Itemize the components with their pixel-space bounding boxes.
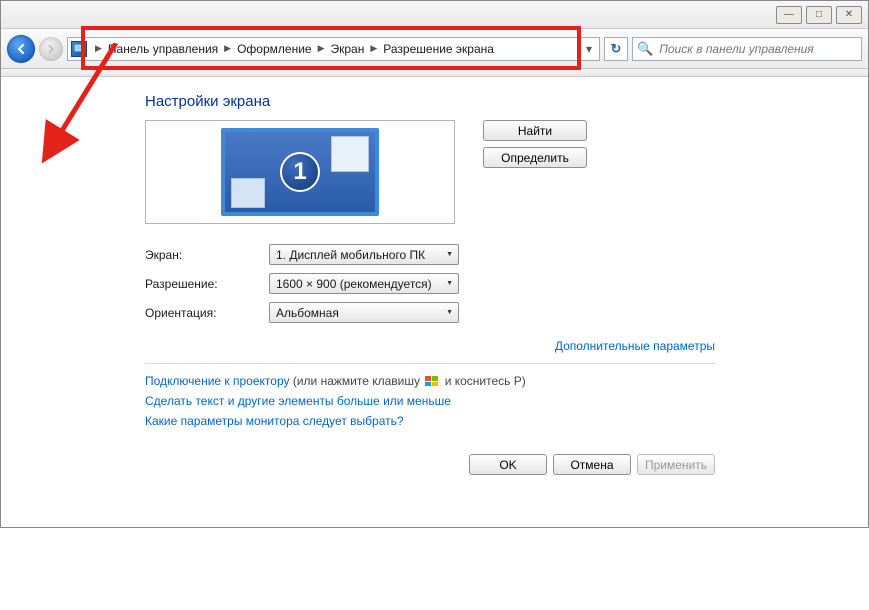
display-select-value: 1. Дисплей мобильного ПК <box>276 248 425 262</box>
find-button[interactable]: Найти <box>483 120 587 141</box>
projector-hint-b: и коснитесь P) <box>445 374 526 388</box>
breadcrumb-item-cp[interactable]: Панель управления <box>106 38 220 60</box>
search-box[interactable]: 🔍 <box>632 37 862 61</box>
address-dropdown-icon[interactable]: ▾ <box>582 42 596 56</box>
breadcrumb-separator: ▶ <box>366 43 381 54</box>
preview-row: 1 Найти Определить <box>145 120 715 224</box>
windows-key-icon <box>425 376 439 387</box>
ok-button[interactable]: OK <box>469 454 547 475</box>
resolution-select-value: 1600 × 900 (рекомендуется) <box>276 277 432 291</box>
preview-side-buttons: Найти Определить <box>483 120 587 168</box>
orientation-select-value: Альбомная <box>276 306 339 320</box>
monitor-preview-box[interactable]: 1 <box>145 120 455 224</box>
close-button[interactable]: ✕ <box>836 6 862 24</box>
identify-button[interactable]: Определить <box>483 147 587 168</box>
monitor-thumbnail[interactable]: 1 <box>221 128 379 216</box>
apply-button[interactable]: Применить <box>637 454 715 475</box>
menubar <box>1 69 868 77</box>
monitor-number-badge: 1 <box>280 152 320 192</box>
minimize-button[interactable]: — <box>776 6 802 24</box>
page-title: Настройки экрана <box>145 93 868 110</box>
breadcrumb-separator: ▶ <box>314 43 329 54</box>
monitor-sample-window <box>231 178 265 208</box>
projector-hint-a: (или нажмите клавишу <box>293 374 420 388</box>
refresh-button[interactable]: ↻ <box>604 37 628 61</box>
display-select[interactable]: 1. Дисплей мобильного ПК <box>269 244 459 265</box>
search-input[interactable] <box>657 41 857 57</box>
monitor-params-line: Какие параметры монитора следует выбрать… <box>145 414 715 428</box>
connect-projector-link[interactable]: Подключение к проектору <box>145 374 290 388</box>
back-button[interactable] <box>7 35 35 63</box>
orientation-row: Ориентация: Альбомная <box>145 302 715 323</box>
orientation-select[interactable]: Альбомная <box>269 302 459 323</box>
textsize-line: Сделать текст и другие элементы больше и… <box>145 394 715 408</box>
navigation-bar: ▶ Панель управления ▶ Оформление ▶ Экран… <box>1 29 868 69</box>
advanced-settings-link[interactable]: Дополнительные параметры <box>555 339 715 353</box>
projector-line: Подключение к проектору (или нажмите кла… <box>145 374 715 388</box>
textsize-link[interactable]: Сделать текст и другие элементы больше и… <box>145 394 451 408</box>
control-panel-window: — □ ✕ ▶ Панель управления ▶ Оформление ▶… <box>0 0 869 528</box>
titlebar: — □ ✕ <box>1 1 868 29</box>
content-area: Настройки экрана 1 Найти Определить Экра… <box>1 77 868 527</box>
breadcrumb-item-resolution[interactable]: Разрешение экрана <box>381 38 496 60</box>
breadcrumb-separator: ▶ <box>91 43 106 54</box>
monitor-params-link[interactable]: Какие параметры монитора следует выбрать… <box>145 414 404 428</box>
orientation-label: Ориентация: <box>145 306 269 320</box>
display-row: Экран: 1. Дисплей мобильного ПК <box>145 244 715 265</box>
resolution-label: Разрешение: <box>145 277 269 291</box>
control-panel-icon <box>71 41 87 57</box>
advanced-link-row: Дополнительные параметры <box>145 339 715 353</box>
settings-panel: 1 Найти Определить Экран: 1. Дисплей моб… <box>145 120 715 475</box>
resolution-row: Разрешение: 1600 × 900 (рекомендуется) <box>145 273 715 294</box>
cancel-button[interactable]: Отмена <box>553 454 631 475</box>
search-icon: 🔍 <box>637 41 653 57</box>
divider <box>145 363 715 364</box>
monitor-sample-window <box>331 136 369 172</box>
breadcrumb-item-appearance[interactable]: Оформление <box>235 38 313 60</box>
forward-button[interactable] <box>39 37 63 61</box>
address-bar[interactable]: ▶ Панель управления ▶ Оформление ▶ Экран… <box>67 37 600 61</box>
dialog-buttons: OK Отмена Применить <box>145 454 715 475</box>
display-label: Экран: <box>145 248 269 262</box>
resolution-select[interactable]: 1600 × 900 (рекомендуется) <box>269 273 459 294</box>
maximize-button[interactable]: □ <box>806 6 832 24</box>
breadcrumb-item-display[interactable]: Экран <box>329 38 367 60</box>
breadcrumb-separator: ▶ <box>220 43 235 54</box>
